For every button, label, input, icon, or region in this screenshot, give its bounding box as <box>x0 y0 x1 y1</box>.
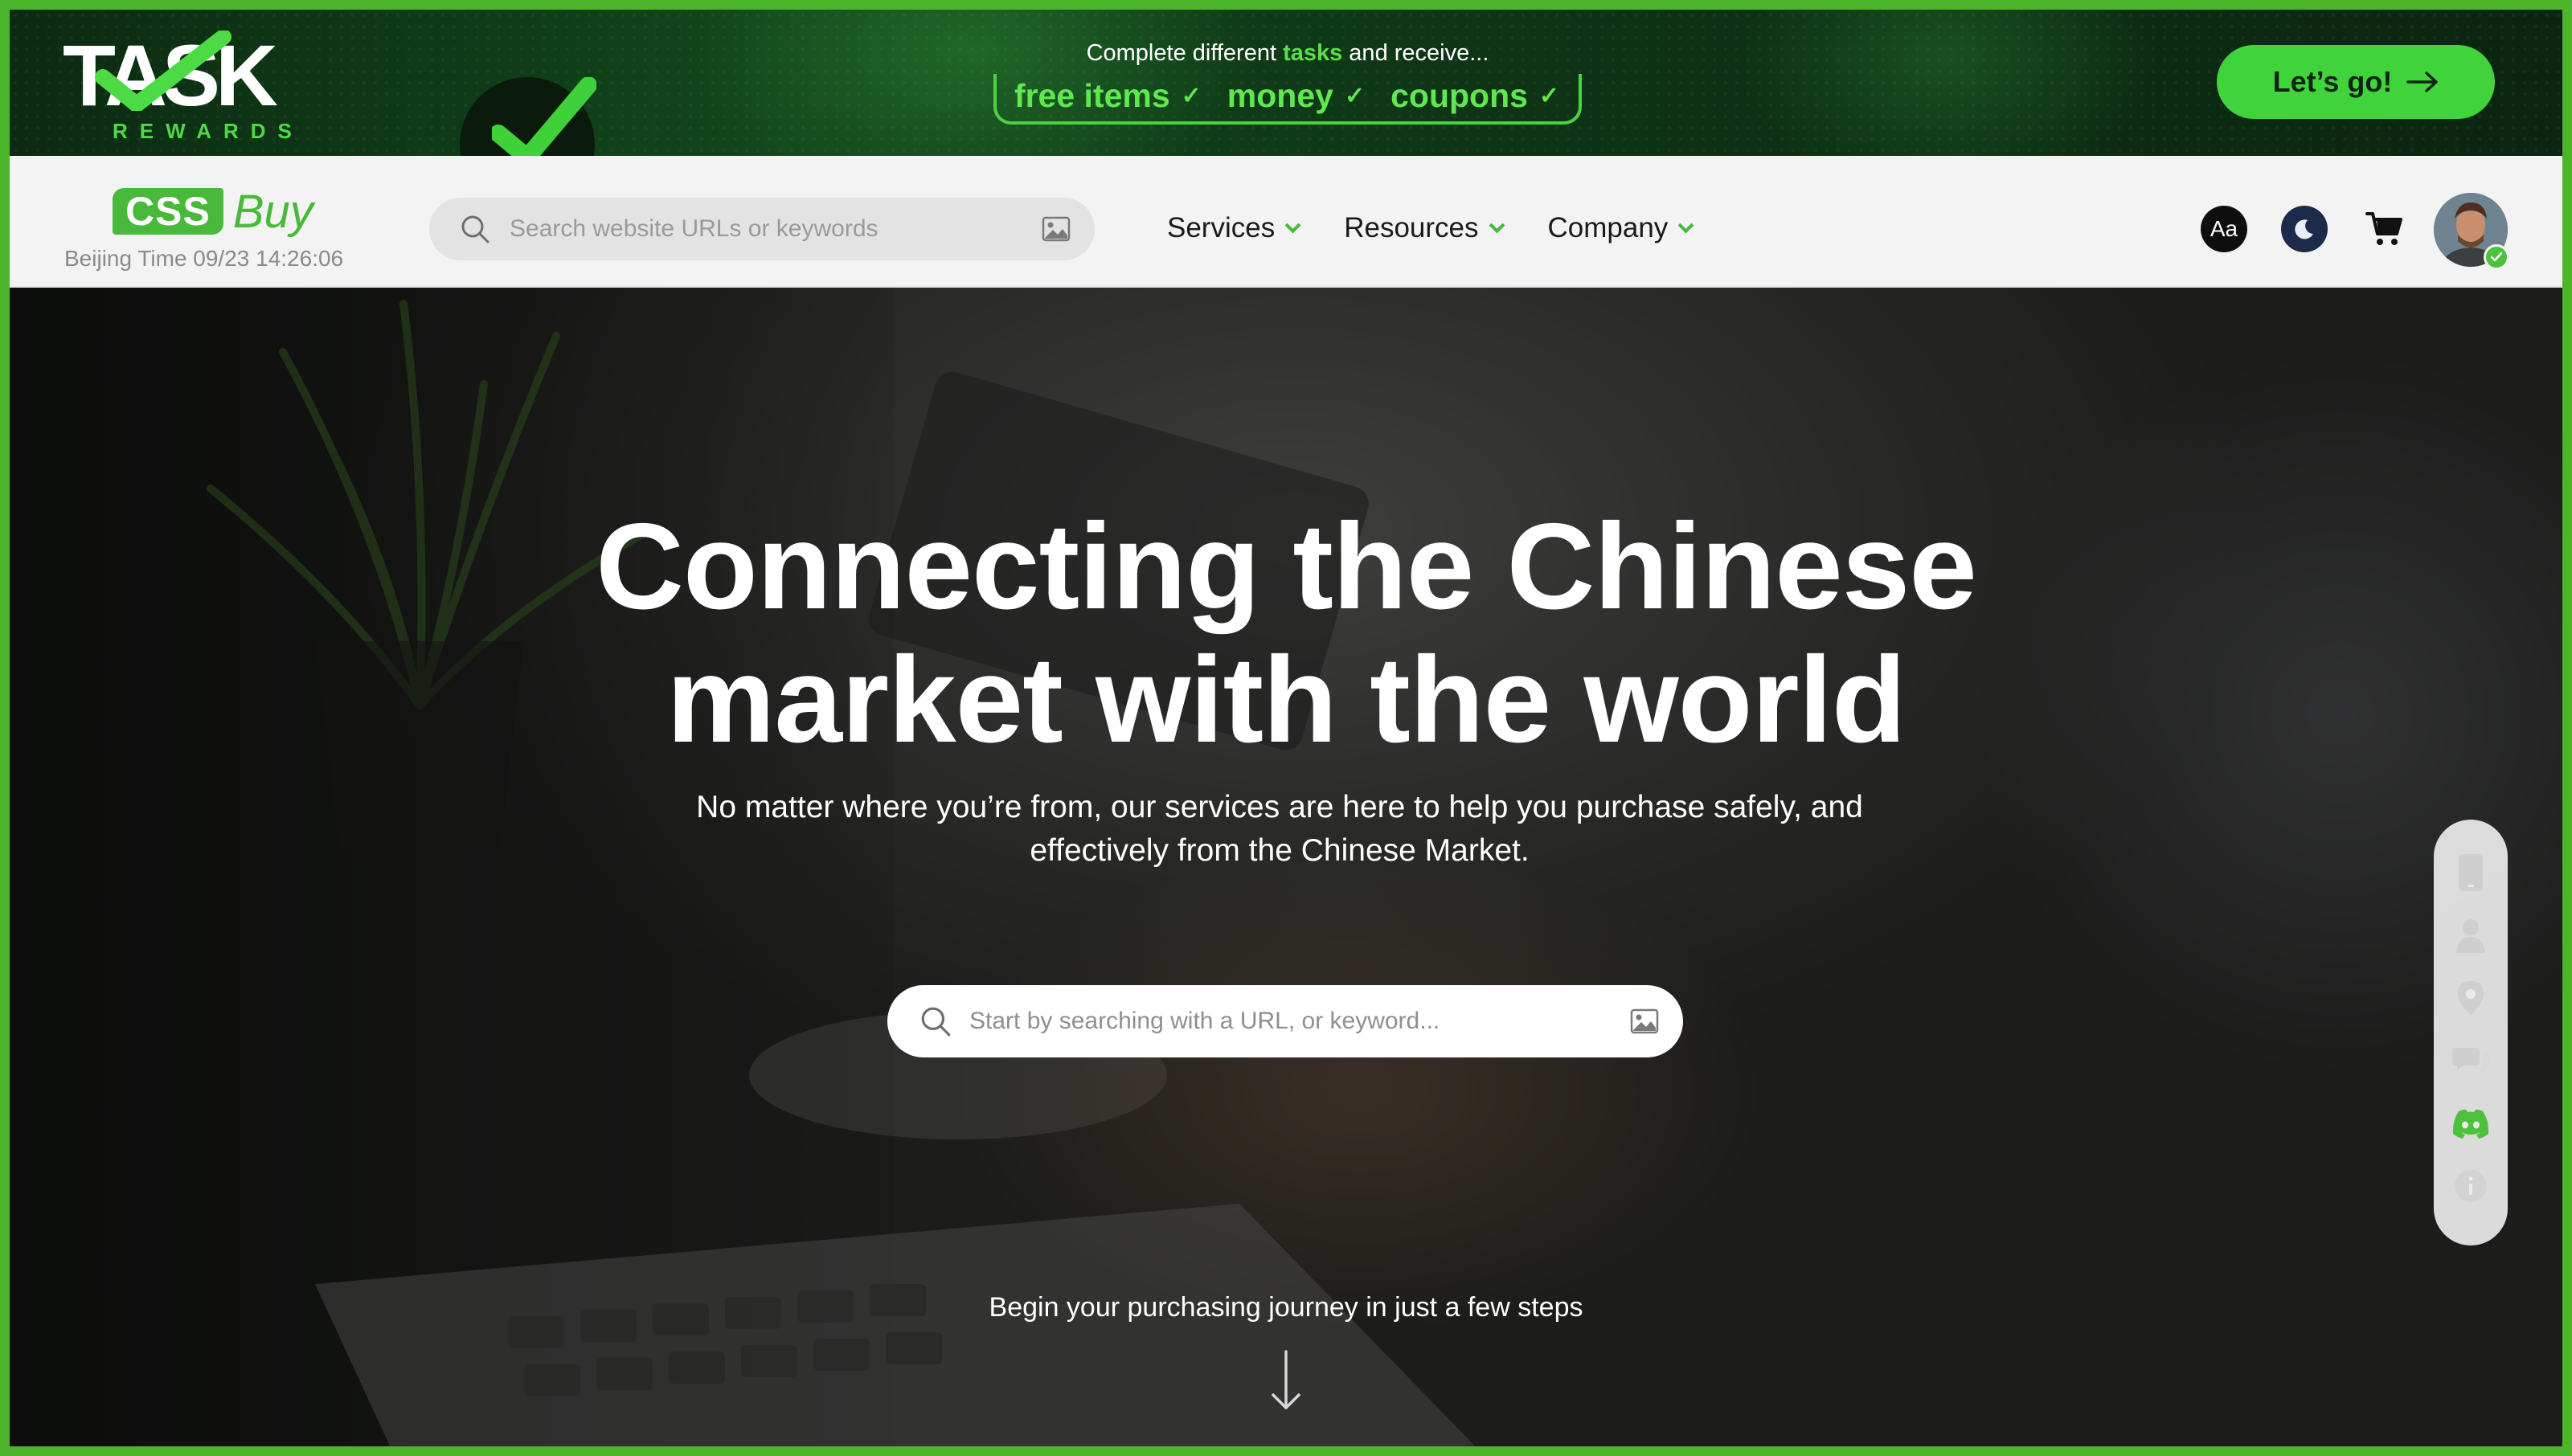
discord-button[interactable] <box>2450 1102 2492 1144</box>
promo-message: Complete different tasks and receive... … <box>958 37 1617 125</box>
check-icon <box>2490 252 2503 262</box>
browser-viewport: TASK REWARDS Complete different tasks an… <box>10 10 2562 1446</box>
logo-check-icon <box>95 31 231 111</box>
chevron-down-icon <box>1489 217 1505 234</box>
nav-label: Services <box>1167 212 1276 243</box>
reward-chip-money: money ✓ <box>1227 77 1365 115</box>
chevron-down-icon <box>1284 217 1301 234</box>
cart-icon <box>2365 212 2402 245</box>
search-icon <box>461 215 489 243</box>
discord-icon <box>2452 1109 2489 1139</box>
image-search-icon[interactable] <box>1630 1008 1659 1034</box>
cart-button[interactable] <box>2361 206 2408 252</box>
info-button[interactable] <box>2450 1165 2492 1207</box>
chat-icon <box>2452 1048 2489 1074</box>
lets-go-label: Let’s go! <box>2272 65 2393 98</box>
font-size-icon: Aa <box>2210 216 2238 241</box>
promo-headline: Complete different tasks and receive... <box>958 37 1617 69</box>
nav-resources[interactable]: Resources <box>1344 206 1505 251</box>
reward-chip-label: free items <box>1014 77 1170 114</box>
reward-chip-label: money <box>1227 77 1333 114</box>
header-search-input[interactable] <box>510 215 1042 243</box>
check-icon: ✓ <box>1538 83 1560 109</box>
user-icon <box>2456 919 2485 953</box>
task-rewards-logo[interactable]: TASK REWARDS <box>63 24 320 145</box>
mobile-app-button[interactable] <box>2450 852 2492 894</box>
logo-text: Buy <box>232 185 313 238</box>
arrow-down-icon[interactable] <box>1268 1348 1304 1413</box>
cssbuy-logo[interactable]: CSS Buy <box>113 185 313 238</box>
beijing-time: Beijing Time 09/23 14:26:06 <box>64 246 344 271</box>
font-size-button[interactable]: Aa <box>2201 206 2247 252</box>
chevron-down-icon <box>1677 217 1694 234</box>
verified-badge <box>2484 244 2509 270</box>
hero-title-line: Connecting the Chinese <box>596 498 1977 635</box>
decorative-check-icon <box>492 77 596 156</box>
arrow-right-icon <box>2406 72 2439 92</box>
task-rewards-banner[interactable]: TASK REWARDS Complete different tasks an… <box>10 10 2562 156</box>
search-icon <box>921 1007 951 1037</box>
promo-reward-list: free items ✓ money ✓ coupons ✓ <box>993 74 1583 125</box>
logo-badge: CSS <box>113 188 223 235</box>
promo-text: and receive... <box>1342 40 1489 66</box>
hero-subtitle-line: effectively from the Chinese Market. <box>1030 833 1530 868</box>
nav-services[interactable]: Services <box>1167 206 1301 251</box>
moon-icon <box>2295 219 2313 239</box>
main-nav: Services Resources Company <box>1167 206 1694 251</box>
hero-title: Connecting the Chinese market with the w… <box>10 500 2562 767</box>
image-search-icon[interactable] <box>1042 216 1071 242</box>
dark-mode-button[interactable] <box>2281 206 2328 252</box>
user-avatar[interactable] <box>2434 193 2509 270</box>
side-toolbar <box>2434 820 2508 1245</box>
location-icon <box>2458 981 2484 1015</box>
hero-subtitle-line: No matter where you’re from, our service… <box>696 790 1863 824</box>
rewards-logo-word: REWARDS <box>113 119 304 143</box>
hero-search-bar[interactable] <box>887 985 1683 1057</box>
hero-title-line: market with the world <box>666 632 1906 768</box>
mobile-icon <box>2459 854 2483 891</box>
account-button[interactable] <box>2450 914 2492 956</box>
reward-chip-free-items: free items ✓ <box>1014 77 1202 115</box>
hero-subtitle: No matter where you’re from, our service… <box>637 786 1923 873</box>
header-search-bar[interactable] <box>429 198 1095 260</box>
promo-text: Complete different <box>1086 40 1284 66</box>
reward-chip-coupons: coupons ✓ <box>1390 77 1559 115</box>
lets-go-button[interactable]: Let’s go! <box>2217 45 2495 119</box>
location-button[interactable] <box>2450 977 2492 1019</box>
hero-search-input[interactable] <box>969 1008 1630 1035</box>
check-icon: ✓ <box>1181 83 1202 109</box>
hero-section: Connecting the Chinese market with the w… <box>10 288 2562 1446</box>
reward-chip-label: coupons <box>1390 77 1528 114</box>
info-icon <box>2455 1170 2487 1202</box>
nav-label: Resources <box>1344 212 1479 243</box>
steps-prompt: Begin your purchasing journey in just a … <box>989 1292 1583 1323</box>
chat-button[interactable] <box>2450 1040 2492 1082</box>
promo-highlight: tasks <box>1283 40 1343 66</box>
nav-company[interactable]: Company <box>1547 206 1694 251</box>
site-header: CSS Buy Beijing Time 09/23 14:26:06 Serv… <box>10 156 2562 288</box>
check-icon: ✓ <box>1344 83 1366 109</box>
nav-label: Company <box>1547 212 1669 243</box>
